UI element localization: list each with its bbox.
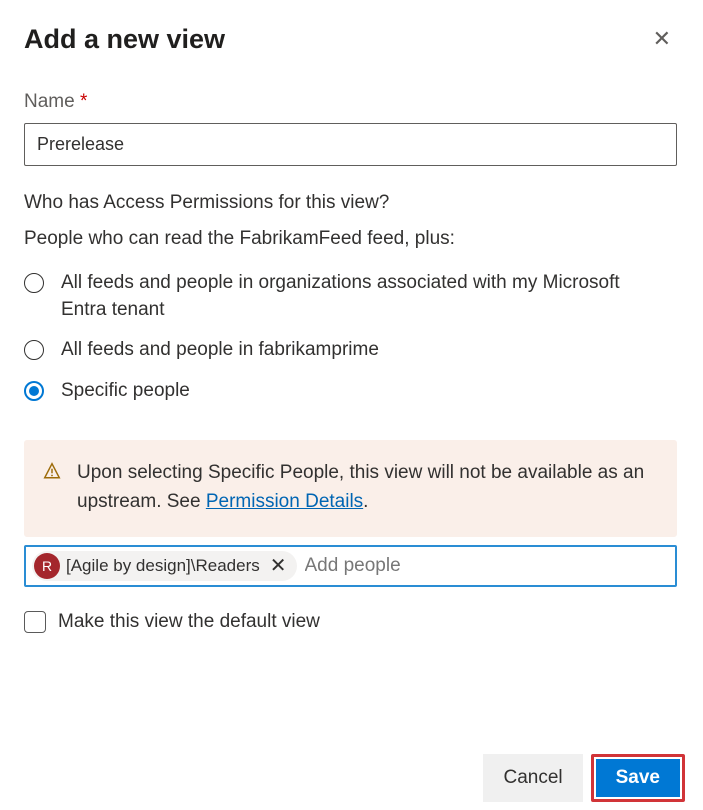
add-people-input[interactable]: [303, 551, 670, 581]
cancel-button[interactable]: Cancel: [483, 754, 582, 802]
permissions-radio-group: All feeds and people in organizations as…: [24, 270, 679, 404]
chip-remove-icon[interactable]: ✕: [266, 556, 291, 576]
radio-option-specific[interactable]: Specific people: [24, 378, 679, 405]
radio-label: Specific people: [61, 378, 190, 405]
notice-suffix: .: [363, 491, 368, 512]
dialog-title: Add a new view: [24, 24, 225, 55]
radio-label: All feeds and people in organizations as…: [61, 270, 621, 323]
save-button[interactable]: Save: [596, 759, 680, 797]
radio-option-entra[interactable]: All feeds and people in organizations as…: [24, 270, 679, 323]
permission-details-link[interactable]: Permission Details: [206, 491, 363, 512]
radio-label: All feeds and people in fabrikamprime: [61, 337, 379, 364]
notice-banner: Upon selecting Specific People, this vie…: [24, 440, 677, 537]
name-label-text: Name: [24, 91, 75, 112]
permissions-subtitle: People who can read the FabrikamFeed fee…: [24, 228, 679, 250]
name-field-label: Name *: [24, 91, 679, 113]
chip-label: [Agile by design]\Readers: [66, 556, 260, 576]
default-view-checkbox[interactable]: Make this view the default view: [24, 611, 679, 633]
close-icon: ✕: [653, 26, 671, 51]
warning-icon: [43, 462, 61, 516]
radio-icon: [24, 273, 44, 293]
dialog-footer: Cancel Save: [483, 754, 685, 802]
avatar-icon: R: [34, 553, 60, 579]
required-asterisk: *: [80, 91, 87, 112]
checkbox-icon: [24, 611, 46, 633]
people-chip: R [Agile by design]\Readers ✕: [32, 551, 297, 581]
radio-option-org[interactable]: All feeds and people in fabrikamprime: [24, 337, 679, 364]
checkbox-label: Make this view the default view: [58, 611, 320, 633]
people-picker[interactable]: R [Agile by design]\Readers ✕: [24, 545, 677, 587]
close-button[interactable]: ✕: [645, 24, 679, 54]
radio-icon-selected: [24, 381, 44, 401]
save-button-highlight: Save: [591, 754, 685, 802]
name-input[interactable]: [24, 123, 677, 166]
radio-icon: [24, 340, 44, 360]
permissions-question: Who has Access Permissions for this view…: [24, 192, 679, 214]
